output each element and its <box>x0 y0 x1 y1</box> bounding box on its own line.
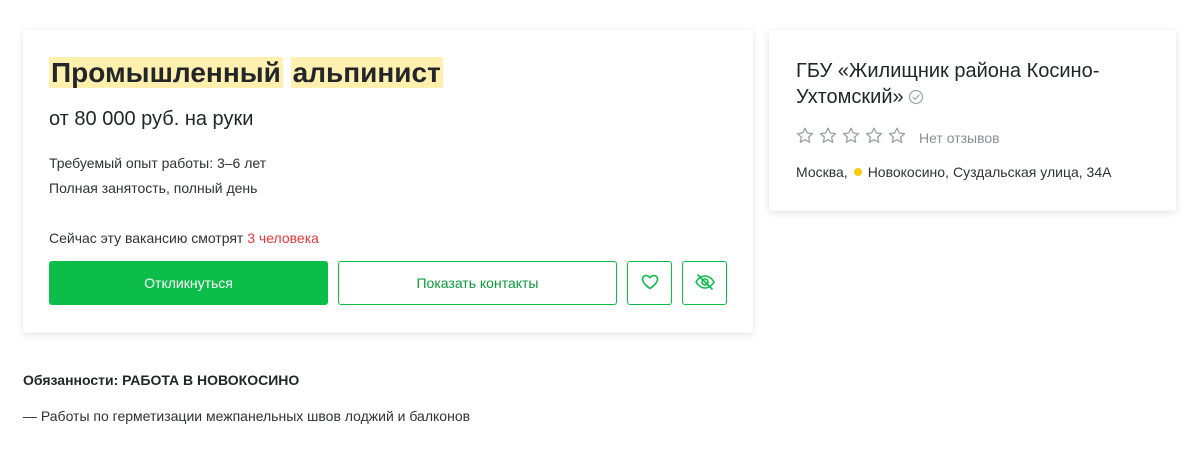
address-city: Москва, <box>796 164 848 180</box>
address-street: Суздальская улица, 34А <box>952 164 1112 180</box>
star-icon <box>819 127 837 149</box>
employer-address: Москва, Новокосино, Суздальская улица, 3… <box>796 163 1111 181</box>
address-metro: Новокосино, <box>867 164 949 180</box>
star-icon <box>796 127 814 149</box>
employment-type: Полная занятость, полный день <box>49 180 258 196</box>
star-icon <box>842 127 860 149</box>
description-heading: Обязанности: РАБОТА В НОВОКОСИНО <box>23 372 300 388</box>
watching-now: Сейчас эту вакансию смотрят 3 человека <box>49 229 319 247</box>
favorite-button[interactable] <box>627 261 672 305</box>
show-contacts-button[interactable]: Показать контакты <box>338 261 617 305</box>
employer-card: ГБУ «Жилищник района Косино-Ухтомский» Н… <box>769 30 1176 211</box>
metro-line-icon <box>853 168 862 176</box>
watching-count: 3 человека <box>247 230 319 246</box>
eye-crossed-icon <box>694 273 716 294</box>
employer-name-link[interactable]: ГБУ «Жилищник района Косино-Ухтомский» <box>796 60 1099 108</box>
apply-button[interactable]: Откликнуться <box>49 261 328 305</box>
star-icon <box>865 127 883 149</box>
vacancy-card: Промышленный альпинист от 80 000 руб. на… <box>23 30 753 333</box>
title-word-highlight: альпинист <box>290 57 443 88</box>
heart-icon <box>641 274 659 293</box>
description-line: — Работы по герметизации межпанельных шв… <box>23 408 471 424</box>
hide-vacancy-button[interactable] <box>682 261 727 305</box>
star-icon <box>888 127 906 149</box>
employer-rating: Нет отзывов <box>796 127 1000 149</box>
vacancy-page: Промышленный альпинист от 80 000 руб. на… <box>0 0 1200 459</box>
salary: от 80 000 руб. на руки <box>49 108 254 130</box>
reviews-link[interactable]: Нет отзывов <box>919 130 1000 146</box>
watching-prefix: Сейчас эту вакансию смотрят <box>49 230 244 246</box>
check-circle-icon <box>908 86 924 112</box>
vacancy-title: Промышленный альпинист <box>49 54 443 92</box>
employer-name-block: ГБУ «Жилищник района Косино-Ухтомский» <box>796 58 1156 112</box>
experience-requirement: Требуемый опыт работы: 3–6 лет <box>49 155 267 171</box>
title-word-highlight: Промышленный <box>49 57 283 88</box>
